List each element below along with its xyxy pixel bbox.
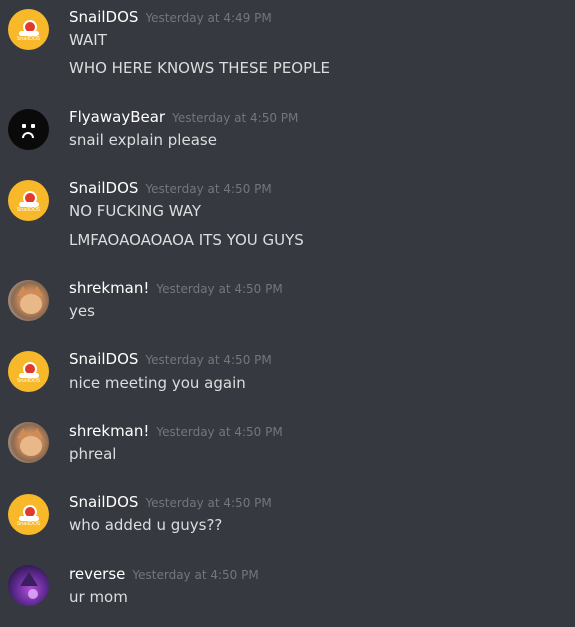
timestamp: Yesterday at 4:50 PM xyxy=(145,182,272,196)
cat-avatar-icon[interactable] xyxy=(8,422,49,463)
message-text: ur mom xyxy=(69,588,128,606)
snail-avatar-icon[interactable]: SnailDOS xyxy=(8,351,49,392)
snail-avatar-icon[interactable]: SnailDOS xyxy=(8,9,49,50)
avatar-text: SnailDOS xyxy=(16,521,41,527)
username[interactable]: FlyawayBear xyxy=(69,108,165,126)
timestamp: Yesterday at 4:50 PM xyxy=(156,282,283,296)
avatar-text: SnailDOS xyxy=(16,36,41,42)
message-text: WAIT xyxy=(69,31,107,49)
message-text: nice meeting you again xyxy=(69,374,246,392)
snail-avatar-icon[interactable]: SnailDOS xyxy=(8,494,49,535)
username[interactable]: SnailDOS xyxy=(69,493,138,511)
timestamp: Yesterday at 4:49 PM xyxy=(145,11,272,25)
timestamp: Yesterday at 4:50 PM xyxy=(172,111,299,125)
timestamp: Yesterday at 4:50 PM xyxy=(156,425,283,439)
username[interactable]: reverse xyxy=(69,565,125,583)
avatar-text: SnailDOS xyxy=(16,207,41,213)
message-text: phreal xyxy=(69,445,117,463)
timestamp: Yesterday at 4:50 PM xyxy=(145,496,272,510)
username[interactable]: SnailDOS xyxy=(69,8,138,26)
username[interactable]: SnailDOS xyxy=(69,179,138,197)
message-text: who added u guys?? xyxy=(69,516,223,534)
message-text: LMFAOAOAOAOA ITS YOU GUYS xyxy=(69,231,304,249)
message-text: NO FUCKING WAY xyxy=(69,202,202,220)
avatar-text: SnailDOS xyxy=(16,378,41,384)
message-text: WHO HERE KNOWS THESE PEOPLE xyxy=(69,59,330,77)
snail-avatar-icon[interactable]: SnailDOS xyxy=(8,180,49,221)
message-text: snail explain please xyxy=(69,131,217,149)
timestamp: Yesterday at 4:50 PM xyxy=(132,568,259,582)
username[interactable]: SnailDOS xyxy=(69,350,138,368)
message-text: yes xyxy=(69,302,95,320)
username[interactable]: shrekman! xyxy=(69,422,149,440)
timestamp: Yesterday at 4:50 PM xyxy=(145,353,272,367)
username[interactable]: shrekman! xyxy=(69,279,149,297)
cat-avatar-icon[interactable] xyxy=(8,280,49,321)
wizard-avatar-icon[interactable] xyxy=(8,565,49,606)
sad-face-avatar-icon[interactable] xyxy=(8,109,49,150)
